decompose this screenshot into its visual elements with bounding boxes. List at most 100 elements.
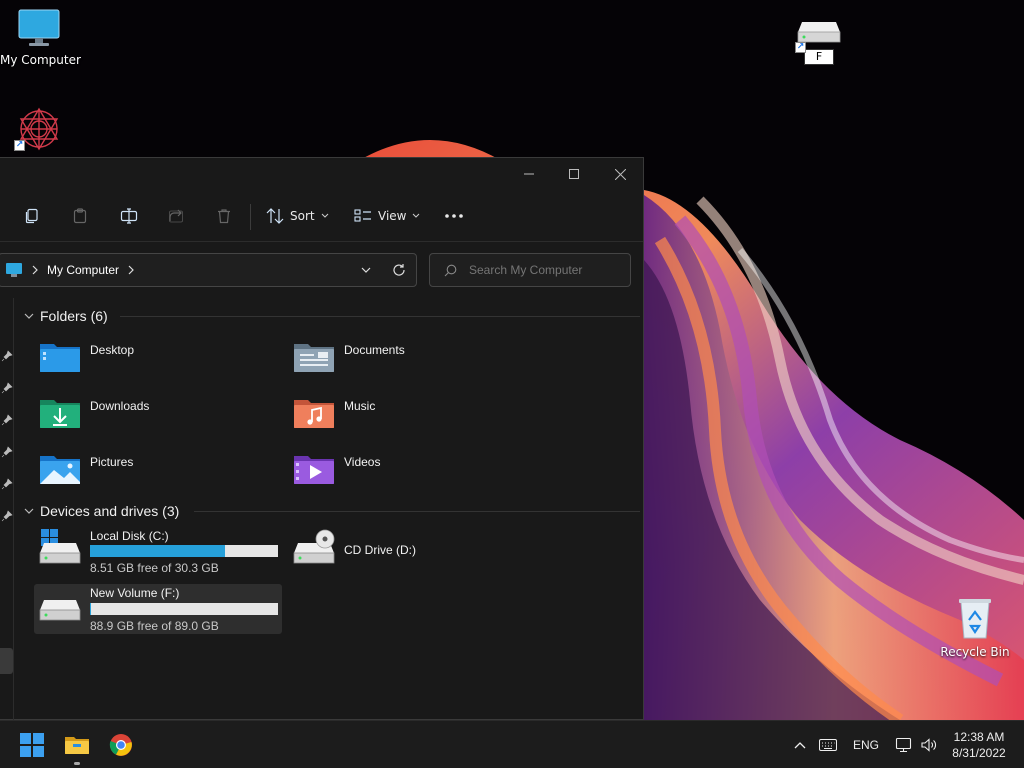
pin-icon[interactable]: [1, 382, 13, 394]
drives-header-label: Devices and drives (3): [40, 503, 180, 519]
desktop-icon-my-computer[interactable]: My Computer: [0, 8, 81, 67]
delete-button[interactable]: [216, 200, 232, 232]
folder-videos[interactable]: Videos: [288, 450, 538, 492]
volume-button[interactable]: [917, 721, 941, 768]
recycle-bin-icon: [959, 599, 991, 639]
rename-icon: [120, 208, 138, 224]
music-folder-icon: [294, 400, 334, 428]
maximize-icon: [569, 169, 579, 179]
pictures-folder-icon: [40, 456, 80, 484]
minimize-button[interactable]: [506, 158, 552, 190]
address-bar[interactable]: My Computer: [0, 253, 417, 287]
pin-icon[interactable]: [1, 350, 13, 362]
clock-date: 8/31/2022: [952, 746, 1006, 760]
desktop-icon-drive-f[interactable]: ↗ F: [792, 18, 846, 65]
rename-button[interactable]: [120, 200, 138, 232]
sort-button[interactable]: Sort: [266, 200, 329, 232]
folder-pictures[interactable]: Pictures: [34, 450, 284, 492]
share-button[interactable]: [168, 200, 184, 232]
chevron-right-icon: [32, 265, 38, 275]
search-input[interactable]: [469, 263, 629, 277]
taskbar: ENG 12:38 AM 8/31/2022: [0, 720, 1024, 768]
clock-button[interactable]: 12:38 AM 8/31/2022: [944, 721, 1014, 768]
drive-f[interactable]: New Volume (F:) 88.9 GB free of 89.0 GB: [34, 584, 282, 634]
folder-name: Downloads: [90, 399, 150, 413]
toolbar-separator: [250, 204, 251, 230]
drive-free-space: 88.9 GB free of 89.0 GB: [90, 619, 219, 633]
folder-documents[interactable]: Documents: [288, 338, 538, 380]
cd-drive-icon: [293, 529, 335, 564]
more-options-button[interactable]: [444, 200, 464, 232]
section-divider: [120, 316, 640, 317]
monitor-icon: [18, 9, 60, 46]
sort-label: Sort: [290, 209, 315, 223]
network-button[interactable]: [892, 721, 916, 768]
search-box[interactable]: [429, 253, 631, 287]
section-divider: [194, 511, 640, 512]
folders-header-label: Folders (6): [40, 308, 108, 324]
input-language-indicator[interactable]: ENG: [848, 721, 884, 768]
folder-name: Documents: [344, 343, 405, 357]
command-bar: Sort View: [0, 190, 643, 242]
drives-section-header[interactable]: Devices and drives (3): [24, 501, 179, 521]
chevron-down-icon: [24, 508, 34, 514]
desktop-icon-label: Recycle Bin: [940, 645, 1010, 659]
desktop-icon-label: My Computer: [0, 53, 81, 67]
drive-usage-bar: [90, 603, 278, 615]
documents-folder-icon: [294, 344, 334, 372]
chevron-right-icon: [128, 265, 134, 275]
refresh-icon[interactable]: [392, 263, 406, 277]
folder-music[interactable]: Music: [288, 394, 538, 436]
paste-button[interactable]: [72, 200, 88, 232]
close-icon: [614, 168, 626, 180]
pin-icon[interactable]: [1, 510, 13, 522]
more-icon: [445, 214, 463, 218]
shortcut-arrow-icon: ↗: [795, 42, 806, 53]
minimize-icon: [524, 173, 534, 175]
start-button[interactable]: [10, 721, 54, 768]
show-hidden-icons-button[interactable]: [788, 721, 812, 768]
chevron-down-icon: [24, 313, 34, 319]
navigation-selected-item[interactable]: [0, 648, 13, 674]
clock-time: 12:38 AM: [953, 730, 1005, 744]
folder-desktop[interactable]: Desktop: [34, 338, 284, 380]
view-label: View: [378, 209, 407, 223]
pin-icon[interactable]: [1, 478, 13, 490]
folder-name: Videos: [344, 455, 381, 469]
maximize-button[interactable]: [551, 158, 597, 190]
downloads-folder-icon: [40, 400, 80, 428]
drive-usage-fill: [90, 545, 226, 557]
drive-usage-bar: [90, 545, 278, 557]
drive-name: CD Drive (D:): [344, 543, 416, 557]
chevron-down-icon: [321, 213, 328, 218]
pin-icon[interactable]: [1, 414, 13, 426]
copy-button[interactable]: [24, 200, 40, 232]
breadcrumb-my-computer[interactable]: My Computer: [47, 263, 119, 277]
desktop-folder-icon: [40, 344, 80, 372]
folders-section-header[interactable]: Folders (6): [24, 306, 108, 326]
touch-keyboard-button[interactable]: [814, 721, 842, 768]
desktop-icon-label: F: [803, 49, 835, 65]
computer-icon: [6, 263, 22, 277]
desktop-icon-shortcut-app[interactable]: ↗: [14, 106, 64, 155]
title-bar[interactable]: [0, 158, 643, 190]
folder-downloads[interactable]: Downloads: [34, 394, 284, 436]
search-icon: [444, 264, 457, 276]
view-button[interactable]: View: [354, 200, 420, 232]
windows-logo-icon: [20, 733, 44, 757]
drive-icon: [797, 22, 841, 43]
file-explorer-window: Sort View My Computer Search My Computer…: [0, 157, 644, 720]
drive-c[interactable]: Local Disk (C:) 8.51 GB free of 30.3 GB: [34, 529, 284, 579]
pin-icon[interactable]: [1, 446, 13, 458]
drive-icon: [39, 600, 81, 621]
drive-d[interactable]: CD Drive (D:): [288, 529, 538, 579]
folder-name: Pictures: [90, 455, 134, 469]
file-explorer-taskbar-button[interactable]: [55, 721, 99, 768]
folder-icon: [65, 737, 89, 754]
close-button[interactable]: [597, 158, 643, 190]
shortcut-arrow-icon: ↗: [14, 140, 25, 151]
chrome-taskbar-button[interactable]: [99, 721, 143, 768]
desktop-icon-recycle-bin[interactable]: Recycle Bin: [940, 596, 1010, 659]
chevron-down-icon[interactable]: [361, 267, 371, 274]
windows-drive-icon: [39, 529, 81, 564]
